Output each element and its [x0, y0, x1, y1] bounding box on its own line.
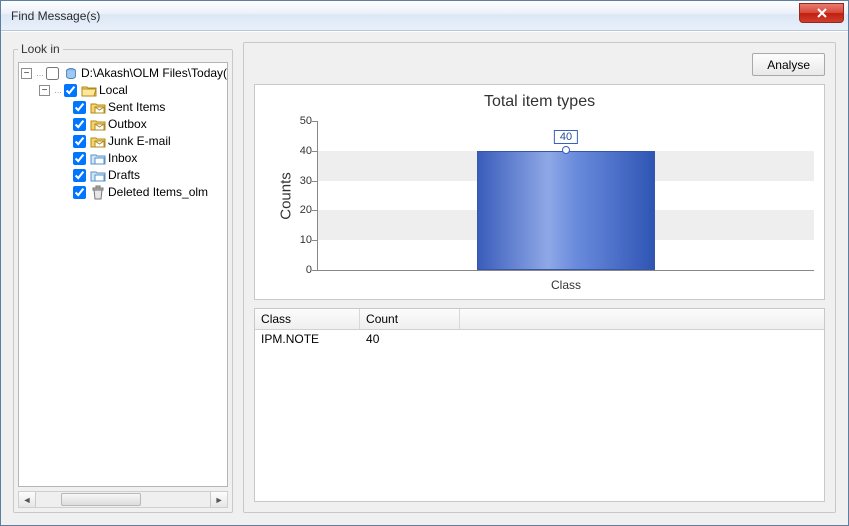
- lookin-legend: Look in: [18, 42, 63, 56]
- tree-root-checkbox[interactable]: [46, 67, 59, 80]
- tree-connector-icon: …: [54, 82, 61, 99]
- mail-folder-icon: [90, 117, 106, 133]
- tree-root-label: D:\Akash\OLM Files\Today(: [81, 65, 227, 82]
- chart-y-tick: [312, 240, 318, 241]
- tree-item[interactable]: Drafts: [21, 167, 227, 184]
- tree-item-checkbox[interactable]: [73, 118, 86, 131]
- inbox-folder-icon: [90, 151, 106, 167]
- table-cell-count: 40: [360, 332, 460, 346]
- tree-item-checkbox[interactable]: [73, 135, 86, 148]
- lookin-panel: Look in − … D:\Akash\OLM Files\Today(: [13, 42, 233, 513]
- tree-item-label: Drafts: [108, 167, 140, 184]
- chart-data-label: 40: [554, 130, 578, 144]
- table-cell-class: IPM.NOTE: [255, 332, 360, 346]
- tree-root-row[interactable]: − … D:\Akash\OLM Files\Today(: [21, 65, 227, 82]
- database-icon: [63, 66, 79, 82]
- tree-item[interactable]: Sent Items: [21, 99, 227, 116]
- chart-y-tick-label: 40: [290, 145, 312, 157]
- toolbar: Analyse: [254, 53, 825, 76]
- chart-data-label-pin-icon: [562, 146, 570, 154]
- chart-y-tick: [312, 181, 318, 182]
- mail-folder-icon: [90, 134, 106, 150]
- scroll-right-arrow-icon[interactable]: ►: [210, 492, 227, 507]
- tree-item-checkbox[interactable]: [73, 169, 86, 182]
- chart-y-tick-label: 10: [290, 234, 312, 246]
- chart-y-tick: [312, 270, 318, 271]
- table-header-spacer: [460, 309, 824, 329]
- table-header: Class Count: [255, 309, 824, 330]
- tree-connector-icon: …: [36, 65, 43, 82]
- tree-item-label: Inbox: [108, 150, 137, 167]
- tree-local-row[interactable]: − … Local: [21, 82, 227, 99]
- inbox-folder-icon: [90, 168, 106, 184]
- chart-plot-area: Counts Class 0102030405040: [317, 121, 814, 271]
- chart-y-tick: [312, 121, 318, 122]
- tree-local-checkbox[interactable]: [64, 84, 77, 97]
- chart-y-tick-label: 20: [290, 204, 312, 216]
- tree-item-label: Junk E-mail: [108, 133, 171, 150]
- tree-item-checkbox[interactable]: [73, 152, 86, 165]
- mail-folder-icon: [90, 100, 106, 116]
- table-row[interactable]: IPM.NOTE40: [255, 330, 824, 348]
- chart-title: Total item types: [263, 93, 816, 111]
- scroll-left-arrow-icon[interactable]: ◄: [19, 492, 36, 507]
- tree-item-label: Deleted Items_olm: [108, 184, 208, 201]
- close-icon: [816, 8, 828, 18]
- scroll-thumb[interactable]: [61, 493, 141, 506]
- chart-y-tick-label: 0: [290, 264, 312, 276]
- tree-item[interactable]: Inbox: [21, 150, 227, 167]
- chart-y-tick-label: 30: [290, 175, 312, 187]
- tree-local-label: Local: [99, 82, 128, 99]
- close-button[interactable]: [799, 3, 844, 23]
- chart-y-tick-label: 50: [290, 115, 312, 127]
- collapse-icon[interactable]: −: [39, 85, 50, 96]
- folder-open-icon: [81, 83, 97, 99]
- trash-folder-icon: [90, 185, 106, 201]
- chart-card: Total item types Counts Class 0102030405…: [254, 84, 825, 300]
- tree-item-checkbox[interactable]: [73, 101, 86, 114]
- analyse-button[interactable]: Analyse: [752, 53, 825, 76]
- tree-item[interactable]: Outbox: [21, 116, 227, 133]
- tree-horizontal-scrollbar[interactable]: ◄ ►: [18, 491, 228, 508]
- scroll-track[interactable]: [36, 492, 210, 507]
- titlebar: Find Message(s): [1, 1, 848, 31]
- tree-item[interactable]: Deleted Items_olm: [21, 184, 227, 201]
- chart-x-axis-label: Class: [318, 278, 814, 292]
- chart-y-tick: [312, 210, 318, 211]
- window-title: Find Message(s): [11, 9, 100, 23]
- folder-tree[interactable]: − … D:\Akash\OLM Files\Today( − …: [18, 62, 228, 487]
- tree-item-label: Outbox: [108, 116, 147, 133]
- tree-item[interactable]: Junk E-mail: [21, 133, 227, 150]
- tree-item-checkbox[interactable]: [73, 186, 86, 199]
- chart-bar: 40: [477, 151, 656, 270]
- chart-y-tick: [312, 151, 318, 152]
- main-panel: Analyse Total item types Counts Class 01…: [243, 42, 836, 513]
- results-table: Class Count IPM.NOTE40: [254, 308, 825, 502]
- table-header-class[interactable]: Class: [255, 309, 360, 329]
- tree-item-label: Sent Items: [108, 99, 165, 116]
- table-header-count[interactable]: Count: [360, 309, 460, 329]
- collapse-icon[interactable]: −: [21, 68, 32, 79]
